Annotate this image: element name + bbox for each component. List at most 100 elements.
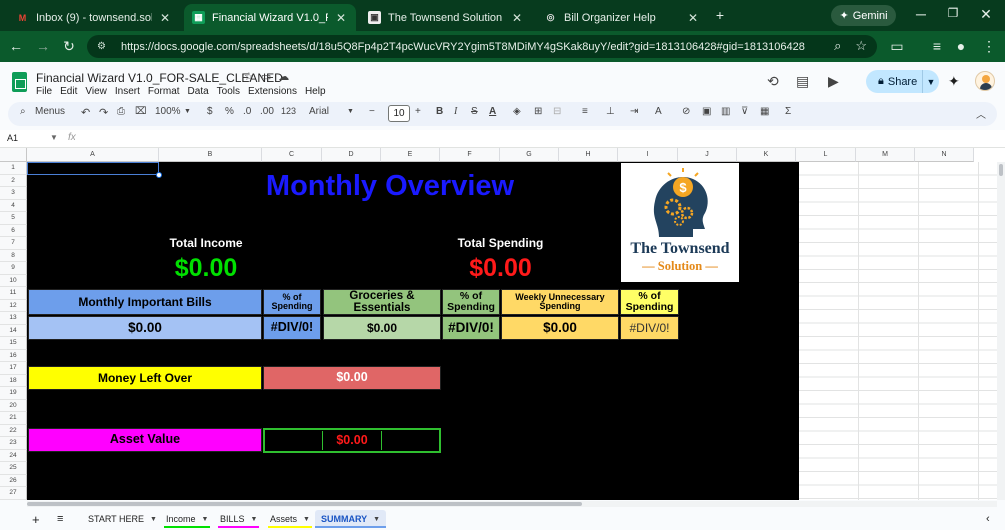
cast-icon[interactable]: ▭ xyxy=(888,38,906,55)
chevron-down-icon[interactable]: ▼ xyxy=(923,77,939,87)
chevron-down-icon[interactable]: ▼ xyxy=(303,516,310,523)
row-header-21[interactable]: 21 xyxy=(0,412,27,425)
avatar[interactable] xyxy=(975,71,995,91)
text-rotation-icon[interactable]: A xyxy=(655,106,662,117)
print-icon[interactable]: ⎙ xyxy=(117,106,125,117)
search-icon[interactable]: ⌕ xyxy=(20,106,26,117)
menu-extensions[interactable]: Extensions xyxy=(248,86,297,97)
browser-tab-bill-organizer[interactable]: ◎ Bill Organizer Help ✕ xyxy=(536,4,708,31)
vertical-align-icon[interactable]: ⊥ xyxy=(606,106,615,117)
column-header-l[interactable]: L xyxy=(796,148,856,162)
gemini-sparkle-icon[interactable]: ✦ xyxy=(948,73,960,90)
column-header-h[interactable]: H xyxy=(559,148,618,162)
format-currency-button[interactable]: $ xyxy=(207,106,213,117)
close-icon[interactable]: ✕ xyxy=(158,11,172,25)
text-wrap-icon[interactable]: ⇥ xyxy=(630,106,638,117)
row-header-12[interactable]: 12 xyxy=(0,299,27,312)
new-tab-button[interactable]: + xyxy=(712,7,728,23)
back-icon[interactable]: ← xyxy=(7,38,25,54)
horizontal-scrollbar[interactable] xyxy=(27,501,997,507)
row-header-13[interactable]: 13 xyxy=(0,312,27,325)
menu-help[interactable]: Help xyxy=(305,86,326,97)
row-header-10[interactable]: 10 xyxy=(0,274,27,287)
all-sheets-icon[interactable]: ≡ xyxy=(55,510,65,528)
row-header-7[interactable]: 7 xyxy=(0,237,27,250)
add-sheet-icon[interactable]: + xyxy=(30,510,42,528)
row-header-11[interactable]: 11 xyxy=(0,287,27,300)
chevron-down-icon[interactable]: ▼ xyxy=(347,108,354,115)
sheets-logo-icon[interactable] xyxy=(12,72,27,92)
horizontal-align-icon[interactable]: ≡ xyxy=(582,106,588,117)
vertical-scrollbar[interactable] xyxy=(997,162,1005,500)
close-icon[interactable]: ✕ xyxy=(334,11,348,25)
row-header-2[interactable]: 2 xyxy=(0,174,27,187)
search-menus-input[interactable]: Menus xyxy=(35,106,65,117)
merge-cells-icon[interactable]: ⊟ xyxy=(553,106,561,117)
menu-data[interactable]: Data xyxy=(188,86,209,97)
browser-tab-gmail[interactable]: M Inbox (9) - townsend.solution@ ✕ xyxy=(8,4,180,31)
menu-insert[interactable]: Insert xyxy=(115,86,140,97)
collapse-menus-icon[interactable]: ︿ xyxy=(976,106,986,121)
column-header-f[interactable]: F xyxy=(440,148,500,162)
chevron-down-icon[interactable]: ▼ xyxy=(202,516,209,523)
chevron-down-icon[interactable]: ▼ xyxy=(50,133,58,142)
history-icon[interactable]: ⟲ xyxy=(767,73,779,90)
fill-color-icon[interactable]: ◈ xyxy=(513,106,521,117)
increase-font-size-icon[interactable]: + xyxy=(415,106,421,117)
row-header-15[interactable]: 15 xyxy=(0,337,27,350)
increase-decimal-button[interactable]: .00 xyxy=(260,106,274,117)
row-header-22[interactable]: 22 xyxy=(0,424,27,437)
filter-icon[interactable]: ⊽ xyxy=(741,106,748,117)
empty-cells[interactable] xyxy=(799,162,1000,500)
redo-icon[interactable]: ↷ xyxy=(99,106,108,119)
functions-button[interactable]: Σ xyxy=(785,106,791,117)
insert-comment-icon[interactable]: ▣ xyxy=(702,106,711,117)
row-header-8[interactable]: 8 xyxy=(0,249,27,262)
text-color-icon[interactable]: A xyxy=(489,106,496,117)
row-header-14[interactable]: 14 xyxy=(0,324,27,337)
sheet-tab-start-here[interactable]: START HERE ▼ xyxy=(86,510,159,528)
close-icon[interactable]: ✕ xyxy=(510,11,524,25)
sheet-tab-bills[interactable]: BILLS ▼ xyxy=(218,510,260,528)
fill-handle[interactable] xyxy=(156,172,162,178)
explore-collapse-icon[interactable]: ‹ xyxy=(984,510,992,528)
column-header-i[interactable]: I xyxy=(618,148,678,162)
row-header-3[interactable]: 3 xyxy=(0,187,27,200)
menu-file[interactable]: File xyxy=(36,86,52,97)
filter-views-icon[interactable]: ▦ xyxy=(760,106,769,117)
select-all-corner[interactable] xyxy=(0,148,27,162)
column-header-e[interactable]: E xyxy=(381,148,440,162)
reading-list-icon[interactable]: ≡ xyxy=(928,38,946,54)
paint-format-icon[interactable]: ⌧ xyxy=(135,106,147,117)
forward-icon[interactable]: → xyxy=(34,38,52,54)
chevron-down-icon[interactable]: ▼ xyxy=(251,516,258,523)
more-formats-button[interactable]: 123 xyxy=(281,106,296,116)
column-header-c[interactable]: C xyxy=(262,148,322,162)
column-header-b[interactable]: B xyxy=(159,148,262,162)
decrease-font-size-icon[interactable]: − xyxy=(369,106,375,117)
sheet-tab-income[interactable]: Income ▼ xyxy=(164,510,211,528)
row-header-4[interactable]: 4 xyxy=(0,199,27,212)
menu-format[interactable]: Format xyxy=(148,86,180,97)
bold-button[interactable]: B xyxy=(436,106,443,117)
close-icon[interactable]: ✕ xyxy=(686,11,700,25)
row-header-26[interactable]: 26 xyxy=(0,474,27,487)
chevron-down-icon[interactable]: ▼ xyxy=(184,108,191,115)
zoom-icon[interactable]: ⌕ xyxy=(834,38,841,54)
row-header-1[interactable]: 1 xyxy=(0,162,27,175)
decrease-decimal-button[interactable]: .0 xyxy=(243,106,251,117)
row-header-16[interactable]: 16 xyxy=(0,349,27,362)
font-select[interactable]: Arial xyxy=(309,106,329,117)
chevron-down-icon[interactable]: ▼ xyxy=(373,516,380,523)
share-button[interactable]: 🔒︎ Share ▼ xyxy=(866,70,939,93)
restore-icon[interactable]: ❐ xyxy=(945,6,961,20)
strikethrough-icon[interactable]: S xyxy=(471,106,478,117)
column-header-n[interactable]: N xyxy=(915,148,974,162)
row-header-25[interactable]: 25 xyxy=(0,462,27,475)
meet-icon[interactable]: ▶ xyxy=(828,73,839,90)
column-header-m[interactable]: M xyxy=(856,148,915,162)
row-header-24[interactable]: 24 xyxy=(0,449,27,462)
column-header-d[interactable]: D xyxy=(322,148,381,162)
name-box[interactable]: A1 xyxy=(7,133,18,143)
menu-view[interactable]: View xyxy=(85,86,107,97)
